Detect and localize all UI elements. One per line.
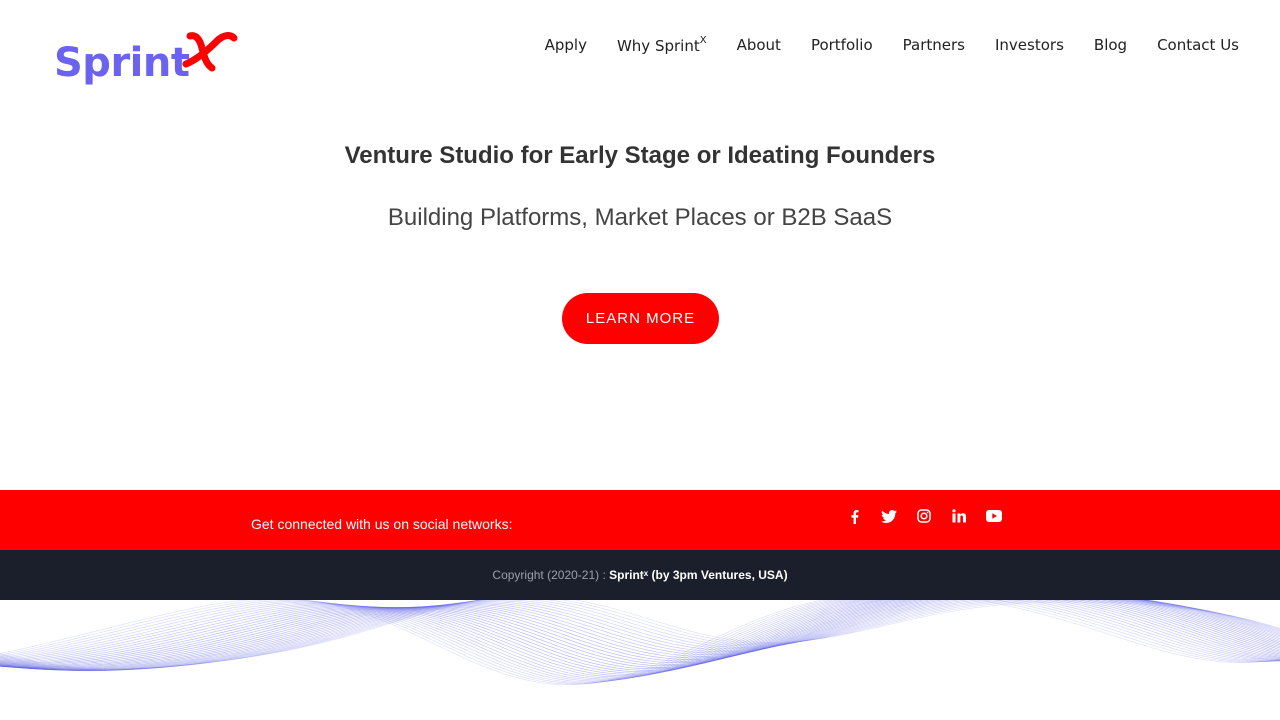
twitter-icon[interactable] xyxy=(879,506,899,526)
logo-x-mark-icon xyxy=(182,32,238,72)
sprintx-logo[interactable]: Sprint xyxy=(54,28,240,90)
nav-item-why-sprint[interactable]: Why SprintX xyxy=(617,32,707,57)
wave-line xyxy=(0,590,1280,682)
instagram-icon[interactable] xyxy=(914,506,934,526)
nav-item-contact-us[interactable]: Contact Us xyxy=(1157,34,1239,56)
main-nav: Apply Why SprintX About Portfolio Partne… xyxy=(545,32,1239,57)
logo-wordmark: Sprint xyxy=(54,40,190,86)
copyright-band: Copyright (2020-21) : Sprintˣ (by 3pm Ve… xyxy=(0,550,1280,600)
facebook-icon[interactable] xyxy=(844,506,864,526)
hero-title: Venture Studio for Early Stage or Ideati… xyxy=(344,142,936,169)
learn-more-button[interactable]: LEARN MORE xyxy=(562,293,719,344)
social-connect-text: Get connected with us on social networks… xyxy=(251,516,513,532)
linkedin-icon[interactable] xyxy=(949,506,969,526)
hero-subtitle: Building Platforms, Market Places or B2B… xyxy=(387,204,893,231)
nav-item-blog[interactable]: Blog xyxy=(1094,34,1127,56)
nav-item-partners[interactable]: Partners xyxy=(903,34,965,56)
social-icons xyxy=(844,506,1019,526)
wave-line xyxy=(0,591,1280,684)
nav-item-investors[interactable]: Investors xyxy=(995,34,1064,56)
nav-item-portfolio[interactable]: Portfolio xyxy=(811,34,873,56)
nav-item-apply[interactable]: Apply xyxy=(545,34,587,56)
youtube-icon[interactable] xyxy=(984,506,1004,526)
site-header: Sprint Apply Why SprintX About Portfolio… xyxy=(0,0,1280,100)
copyright-owner[interactable]: Sprintˣ (by 3pm Ventures, USA) xyxy=(609,568,787,582)
wave-line xyxy=(0,590,1280,671)
copyright-text: Copyright (2020-21) : Sprintˣ (by 3pm Ve… xyxy=(492,568,788,582)
social-band: Get connected with us on social networks… xyxy=(0,490,1280,550)
nav-item-about[interactable]: About xyxy=(737,34,781,56)
